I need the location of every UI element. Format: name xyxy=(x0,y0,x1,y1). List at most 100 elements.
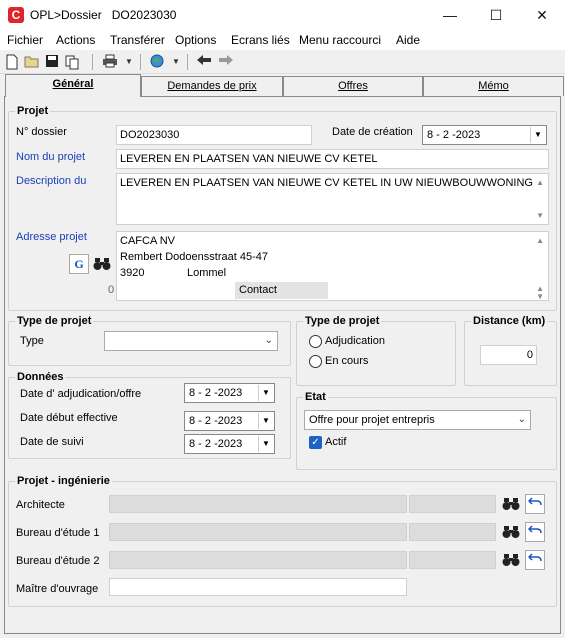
nom-projet-label: Nom du projet xyxy=(16,151,86,163)
projet-group-title: Projet xyxy=(15,105,51,117)
dossier-input[interactable]: DO2023030 xyxy=(116,125,312,145)
globe-dropdown-icon[interactable]: ▼ xyxy=(168,54,184,70)
tab-memo[interactable]: Mémo xyxy=(423,76,564,96)
date-suivi-picker[interactable]: 8 - 2 -2023 ▼ xyxy=(184,434,275,454)
chevron-down-icon: ⌄ xyxy=(264,335,273,346)
distance-input[interactable]: 0 xyxy=(480,345,537,365)
binoculars-icon[interactable] xyxy=(92,254,112,274)
scroll-up-icon[interactable]: ▲ xyxy=(536,178,544,187)
bureau2-field xyxy=(109,551,407,569)
type-select[interactable]: ⌄ xyxy=(104,331,278,351)
bureau2-field-2 xyxy=(409,551,496,569)
tab-offres-label: Offres xyxy=(338,80,368,92)
undo-icon[interactable] xyxy=(525,522,545,542)
nom-projet-input[interactable]: LEVEREN EN PLAATSEN VAN NIEUWE CV KETEL xyxy=(116,149,549,169)
date-debut-value: 8 - 2 -2023 xyxy=(189,415,243,427)
window-title: OPL>Dossier DO2023030 xyxy=(30,8,176,22)
date-creation-picker[interactable]: 8 - 2 -2023 ▼ xyxy=(422,125,547,145)
toolbar-separator xyxy=(140,54,141,70)
architecte-field xyxy=(109,495,407,513)
radio-adjudication[interactable] xyxy=(309,335,322,348)
undo-icon[interactable] xyxy=(525,550,545,570)
actif-label: Actif xyxy=(325,436,347,448)
minimize-button[interactable]: — xyxy=(427,0,473,30)
menu-options[interactable]: Options xyxy=(175,33,216,47)
chevron-down-icon[interactable]: ▼ xyxy=(258,385,273,401)
menu-raccourci[interactable]: Menu raccourci xyxy=(299,33,381,47)
bureau2-label: Bureau d'étude 2 xyxy=(16,555,100,567)
chevron-down-icon[interactable]: ▼ xyxy=(258,413,273,429)
menu-transferer[interactable]: Transférer xyxy=(110,33,165,47)
window-title-app: OPL>Dossier xyxy=(30,8,102,22)
date-suivi-value: 8 - 2 -2023 xyxy=(189,438,243,450)
adresse-count: 0 xyxy=(108,284,115,296)
tab-general-label: Général xyxy=(52,78,94,90)
open-folder-icon[interactable] xyxy=(24,54,40,70)
radio-en-cours[interactable] xyxy=(309,355,322,368)
forward-arrow-icon[interactable] xyxy=(218,54,234,70)
binoculars-icon[interactable] xyxy=(501,522,521,542)
adresse-city: Lommel xyxy=(187,267,227,279)
type-label: Type xyxy=(20,335,44,347)
scroll-up-icon[interactable]: ▲ xyxy=(536,236,544,245)
date-creation-label: Date de création xyxy=(332,126,413,138)
google-search-icon[interactable]: G xyxy=(69,254,89,274)
toolbar-separator xyxy=(92,54,93,70)
print-icon[interactable] xyxy=(102,54,118,70)
date-debut-picker[interactable]: 8 - 2 -2023 ▼ xyxy=(184,411,275,431)
bureau1-label: Bureau d'étude 1 xyxy=(16,527,100,539)
tab-demandes-de-prix[interactable]: Demandes de prix xyxy=(141,76,283,96)
etat-group xyxy=(296,397,557,470)
actif-checkbox[interactable]: ✓ xyxy=(309,436,322,449)
bureau1-field-2 xyxy=(409,523,496,541)
menu-fichier[interactable]: Fichier xyxy=(7,33,43,47)
app-logo-icon: C xyxy=(8,7,24,23)
globe-icon[interactable] xyxy=(149,54,165,70)
contact-button[interactable]: Contact xyxy=(235,282,328,299)
bureau1-field xyxy=(109,523,407,541)
menu-aide[interactable]: Aide xyxy=(396,33,420,47)
menu-ecrans-lies[interactable]: Ecrans liés xyxy=(231,33,290,47)
chevron-down-icon[interactable]: ▼ xyxy=(258,436,273,452)
maitre-ouvrage-label: Maître d'ouvrage xyxy=(16,583,99,595)
adresse-line2: Rembert Dodoensstraat 45-47 xyxy=(120,251,268,263)
new-document-icon[interactable] xyxy=(4,54,20,70)
etat-select[interactable]: Offre pour projet entrepris ⌄ xyxy=(304,410,531,430)
chevron-down-icon[interactable]: ▼ xyxy=(530,127,545,143)
date-adjudication-label: Date d' adjudication/offre xyxy=(20,388,142,400)
date-suivi-label: Date de suivi xyxy=(20,436,84,448)
maitre-ouvrage-input[interactable] xyxy=(109,578,407,596)
close-button[interactable]: ✕ xyxy=(519,0,565,30)
date-adjudication-picker[interactable]: 8 - 2 -2023 ▼ xyxy=(184,383,275,403)
date-adjudication-value: 8 - 2 -2023 xyxy=(189,387,243,399)
chevron-down-icon: ⌄ xyxy=(517,414,526,425)
adresse-box[interactable]: CAFCA NV Rembert Dodoensstraat 45-47 392… xyxy=(116,231,549,301)
architecte-label: Architecte xyxy=(16,499,65,511)
save-icon[interactable] xyxy=(44,54,60,70)
adresse-label: Adresse projet xyxy=(16,231,87,243)
binoculars-icon[interactable] xyxy=(501,494,521,514)
description-textarea[interactable]: LEVEREN EN PLAATSEN VAN NIEUWE CV KETEL … xyxy=(116,173,549,225)
adresse-line1: CAFCA NV xyxy=(120,235,176,247)
adresse-zip: 3920 xyxy=(120,267,145,279)
toolbar: ▼ ▼ xyxy=(0,50,565,74)
radio-en-cours-label: En cours xyxy=(325,355,369,367)
window-title-doc: DO2023030 xyxy=(111,8,177,22)
menu-actions[interactable]: Actions xyxy=(56,33,95,47)
scroll-down-icon[interactable]: ▼ xyxy=(536,211,544,220)
tab-demandes-label: Demandes de prix xyxy=(167,80,257,92)
type-projet-left-title: Type de projet xyxy=(15,315,94,327)
print-dropdown-icon[interactable]: ▼ xyxy=(121,54,137,70)
scroll-down-icon[interactable]: ▼ xyxy=(536,292,544,301)
binoculars-icon[interactable] xyxy=(501,550,521,570)
undo-icon[interactable] xyxy=(525,494,545,514)
maximize-button[interactable]: ☐ xyxy=(473,0,519,30)
back-arrow-icon[interactable] xyxy=(196,54,212,70)
tab-general[interactable]: Général xyxy=(5,74,141,97)
copy-icon[interactable] xyxy=(64,54,80,70)
architecte-field-2 xyxy=(409,495,496,513)
menu-bar: Fichier Actions Transférer Options Ecran… xyxy=(0,30,565,50)
tab-offres[interactable]: Offres xyxy=(283,76,423,96)
tab-memo-label: Mémo xyxy=(478,80,509,92)
date-creation-value: 8 - 2 -2023 xyxy=(427,129,481,141)
